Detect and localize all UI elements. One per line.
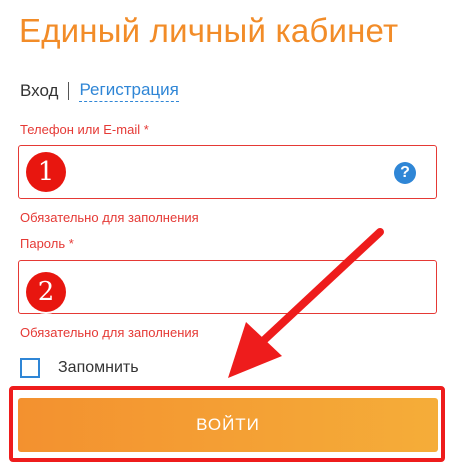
phone-field-box: ? [18,145,437,199]
tab-login[interactable]: Вход [20,81,58,101]
annotation-marker-2: 2 [26,272,66,312]
phone-field-label: Телефон или E-mail * [20,122,149,137]
auth-tabs: Вход Регистрация [20,80,179,102]
tab-register[interactable]: Регистрация [79,80,179,102]
tab-divider [68,82,70,100]
phone-email-input[interactable] [19,146,436,198]
login-button[interactable]: ВОЙТИ [18,398,438,452]
password-field-box [18,260,437,314]
remember-row: Запомнить [20,358,139,378]
phone-field-error: Обязательно для заполнения [20,210,199,225]
password-field-label: Пароль * [20,236,74,251]
page-title: Единый личный кабинет [19,12,399,49]
password-field-error: Обязательно для заполнения [20,325,199,340]
password-input[interactable] [19,261,436,313]
remember-label[interactable]: Запомнить [58,359,139,377]
login-page: Единый личный кабинет Вход Регистрация Т… [0,0,455,469]
annotation-marker-1: 1 [26,152,66,192]
question-help-icon[interactable]: ? [394,162,416,184]
remember-checkbox[interactable] [20,358,40,378]
